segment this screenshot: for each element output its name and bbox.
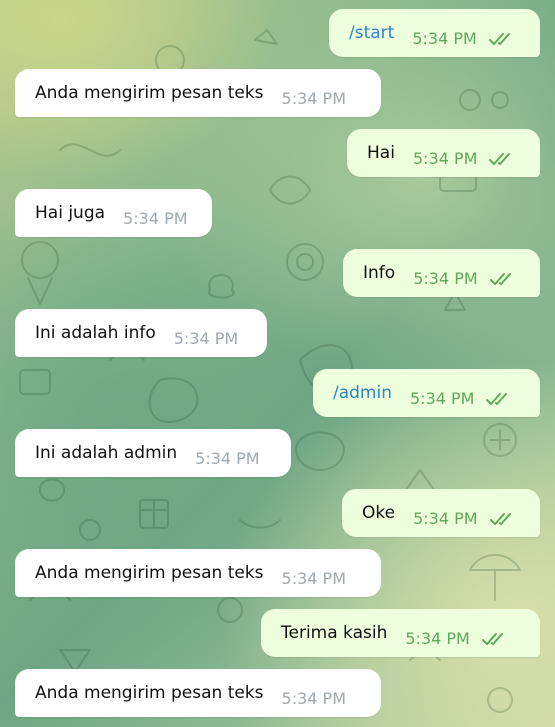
message-text: Ini adalah info — [35, 323, 156, 343]
chat-background: /start 5:34 PM Anda mengirim pesan teks … — [0, 0, 555, 727]
message-time: 5:34 PM — [173, 329, 239, 348]
message-bubble-incoming[interactable]: Anda mengirim pesan teks 5:34 PM — [15, 549, 381, 597]
double-check-icon — [489, 513, 511, 525]
message-bubble-outgoing[interactable]: /start 5:34 PM — [329, 9, 540, 57]
message-bubble-incoming[interactable]: Ini adalah info 5:34 PM — [15, 309, 267, 357]
message-bubble-outgoing[interactable]: Info 5:34 PM — [343, 249, 540, 297]
message-bubble-outgoing[interactable]: /admin 5:34 PM — [313, 369, 540, 417]
command-link[interactable]: /start — [349, 22, 394, 57]
message-text: Hai — [367, 143, 395, 163]
message-meta: 5:34 PM — [413, 509, 515, 537]
message-text: Oke — [362, 503, 396, 523]
message-bubble-outgoing[interactable]: Hai 5:34 PM — [347, 129, 540, 177]
double-check-icon — [488, 33, 510, 45]
double-check-icon — [481, 633, 503, 645]
message-meta: 5:34 PM — [282, 89, 346, 117]
message-bubble-outgoing[interactable]: Oke 5:34 PM — [342, 489, 540, 537]
message-text: Ini adalah admin — [35, 443, 178, 463]
message-meta: 5:34 PM — [282, 569, 346, 597]
message-text: Hai juga — [35, 203, 106, 223]
message-time: 5:34 PM — [413, 269, 478, 288]
message-meta: 5:34 PM — [405, 629, 507, 657]
message-meta: 5:34 PM — [410, 389, 512, 417]
message-text: Info — [363, 263, 396, 283]
message-meta: 5:34 PM — [123, 209, 187, 237]
message-meta: 5:34 PM — [282, 689, 346, 717]
message-bubble-outgoing[interactable]: Terima kasih 5:34 PM — [261, 609, 540, 657]
message-time: 5:34 PM — [413, 509, 478, 528]
message-time: 5:34 PM — [412, 29, 477, 48]
message-meta: 5:34 PM — [412, 29, 514, 57]
message-time: 5:34 PM — [195, 449, 260, 468]
message-meta: 5:34 PM — [174, 329, 238, 357]
double-check-icon — [489, 273, 511, 285]
message-time: 5:34 PM — [281, 569, 346, 588]
message-time: 5:34 PM — [281, 89, 346, 108]
message-time: 5:34 PM — [412, 149, 478, 168]
command-link[interactable]: /admin — [333, 382, 392, 417]
message-meta: 5:34 PM — [413, 149, 515, 177]
message-time: 5:34 PM — [405, 629, 470, 648]
message-bubble-incoming[interactable]: Anda mengirim pesan teks 5:34 PM — [15, 669, 381, 717]
message-text: Anda mengirim pesan teks — [35, 563, 264, 583]
message-time: 5:34 PM — [410, 389, 475, 408]
message-time: 5:34 PM — [281, 689, 346, 708]
message-meta: 5:34 PM — [195, 449, 259, 477]
message-bubble-incoming[interactable]: Anda mengirim pesan teks 5:34 PM — [15, 69, 381, 117]
message-text: Terima kasih — [281, 623, 388, 643]
message-bubble-incoming[interactable]: Hai juga 5:34 PM — [15, 189, 212, 237]
message-text: Anda mengirim pesan teks — [35, 83, 264, 103]
message-text: Anda mengirim pesan teks — [35, 683, 264, 703]
message-meta: 5:34 PM — [413, 269, 515, 297]
message-bubble-incoming[interactable]: Ini adalah admin 5:34 PM — [15, 429, 291, 477]
message-time: 5:34 PM — [123, 209, 188, 228]
double-check-icon — [489, 153, 511, 165]
double-check-icon — [486, 393, 508, 405]
